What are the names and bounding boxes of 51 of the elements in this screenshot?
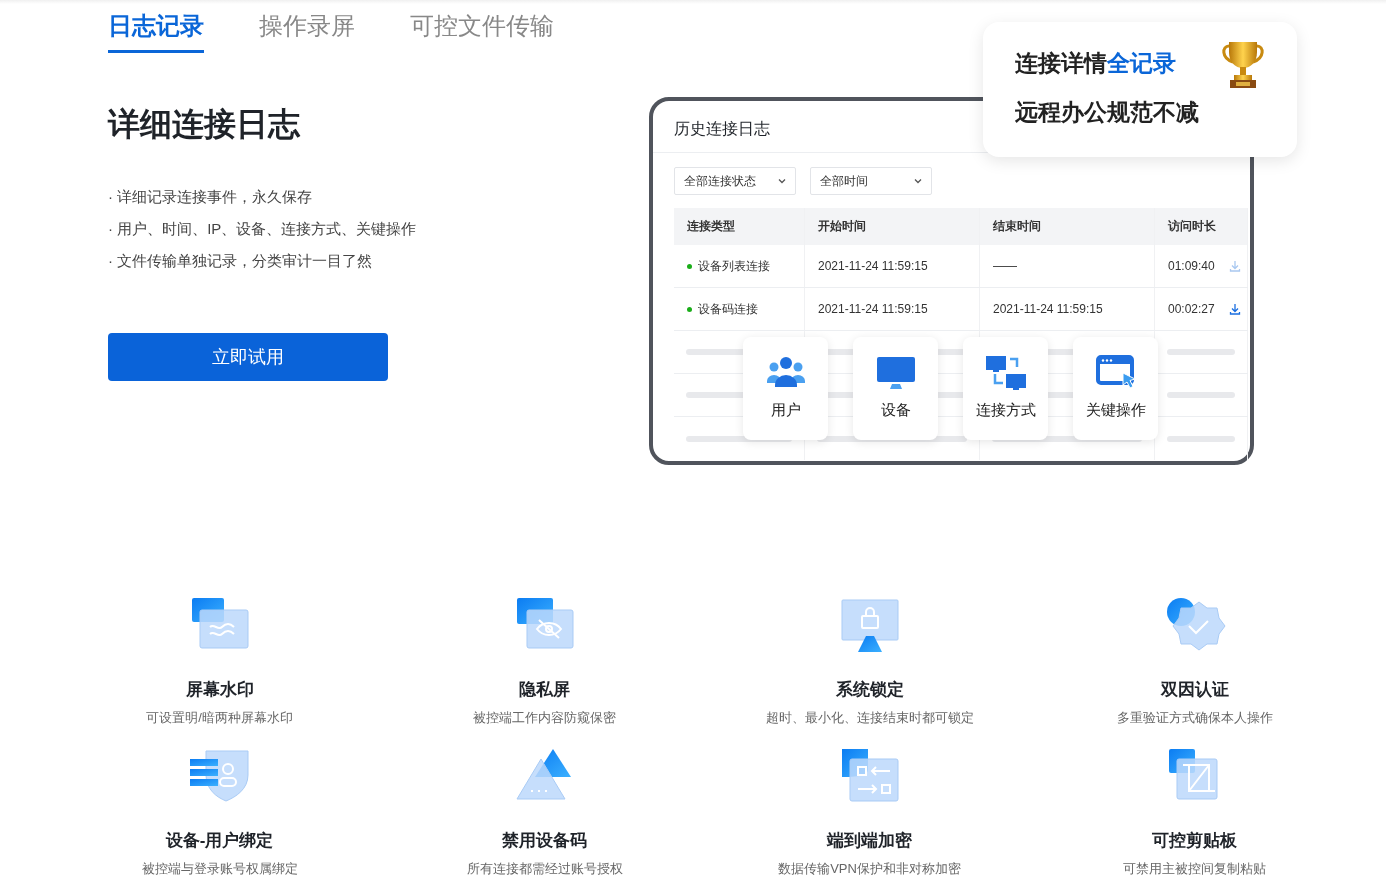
feature-description: 被控端与登录账号权属绑定 [141, 860, 298, 877]
feature-description: 数据传输VPN保护和非对称加密 [778, 860, 961, 877]
feature-description: 所有连接都需经过账号授权 [466, 860, 623, 877]
feature-description: 被控端工作内容防窥保密 [473, 709, 616, 727]
feature-description: 超时、最小化、连接结束时都可锁定 [765, 709, 974, 727]
column-header: 结束时间 [980, 208, 1155, 245]
column-header: 连接类型 [674, 208, 805, 245]
feature-description: 可禁用主被控间复制粘贴 [1123, 860, 1266, 877]
callout-subtitle: 远程办公规范不减 [1015, 98, 1200, 127]
callout-title: 连接详情全记录 [1015, 49, 1176, 78]
download-icon[interactable] [1228, 303, 1241, 315]
table-cell: 2021-11-24 11:59:15 [980, 288, 1155, 330]
monitor-icon [874, 355, 917, 391]
feature-title: 隐私屏 [519, 679, 570, 701]
card-label: 连接方式 [975, 401, 1036, 420]
feature-description: 多重验证方式确保本人操作 [1116, 709, 1273, 727]
feature-title: 端到端加密 [827, 830, 912, 852]
window-cursor-icon [1094, 355, 1137, 391]
tab[interactable]: 日志记录 [108, 10, 204, 53]
feature-title: 系统锁定 [835, 679, 904, 701]
two-monitors-icon [984, 355, 1027, 391]
filter-dropdown[interactable]: 全部时间 [810, 167, 932, 195]
card-label: 关键操作 [1085, 401, 1146, 420]
feature-bullet: · 用户、时间、IP、设备、连接方式、关键操作 [108, 219, 418, 239]
card-label: 用户 [770, 401, 801, 420]
feature-bullet: · 文件传输单独记录，分类审计一目了然 [108, 251, 374, 271]
card-label: 设备 [880, 401, 911, 420]
trophy-icon [1219, 40, 1267, 90]
table-cell: —— [980, 245, 1155, 287]
table-cell: 设备码连接 [698, 300, 758, 318]
chevron-icon [778, 178, 786, 184]
table-cell: 00:02:27 [1168, 302, 1215, 316]
feature-description: 可设置明/暗两种屏幕水印 [146, 709, 293, 727]
tab[interactable]: 可控文件传输 [410, 10, 554, 53]
feature-title: 禁用设备码 [502, 830, 587, 852]
section-heading: 详细连接日志 [108, 105, 301, 144]
feature-bullet: · 详细记录连接事件，永久保存 [108, 187, 314, 207]
filter-dropdown[interactable]: 全部连接状态 [674, 167, 796, 195]
tab[interactable]: 操作录屏 [259, 10, 355, 53]
column-header: 访问时长 [1155, 208, 1248, 245]
feature-title: 屏幕水印 [185, 679, 254, 701]
feature-title: 可控剪贴板 [1152, 830, 1237, 852]
feature-title: 设备-用户绑定 [165, 830, 274, 852]
column-header: 开始时间 [805, 208, 980, 245]
table-cell: 设备列表连接 [698, 257, 770, 275]
table-cell: 2021-11-24 11:59:15 [805, 288, 980, 330]
chevron-icon [914, 178, 922, 184]
feature-title: 双因认证 [1160, 679, 1229, 701]
table-cell: 01:09:40 [1168, 259, 1215, 273]
table-cell: 2021-11-24 11:59:15 [805, 245, 980, 287]
try-now-button[interactable]: 立即试用 [108, 333, 388, 381]
